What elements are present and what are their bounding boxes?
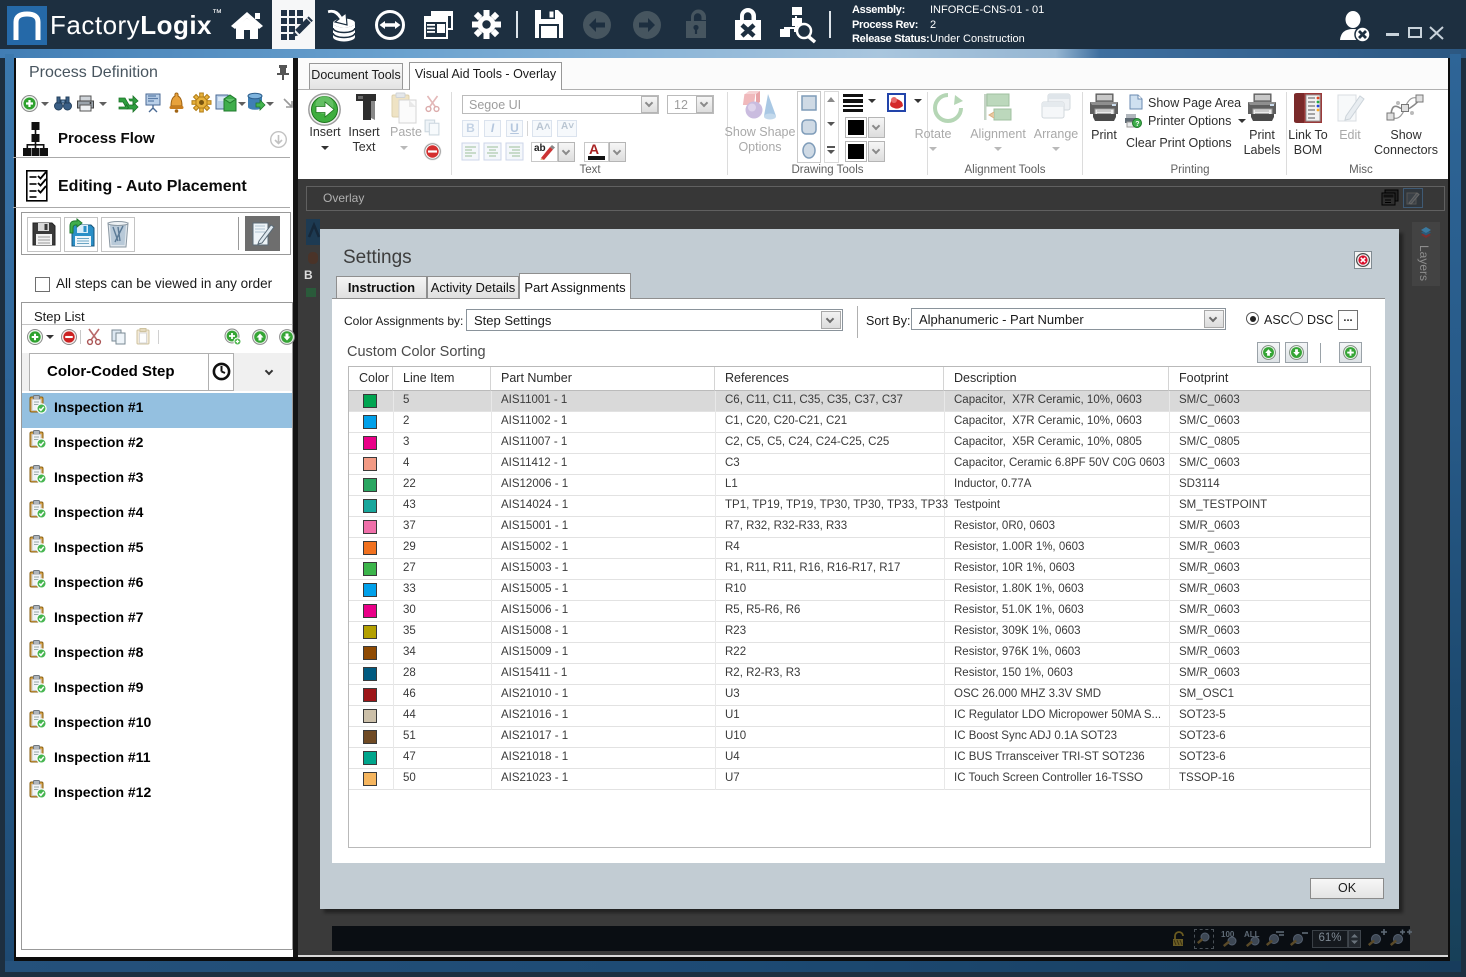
svg-text:?: ? — [1135, 121, 1139, 128]
